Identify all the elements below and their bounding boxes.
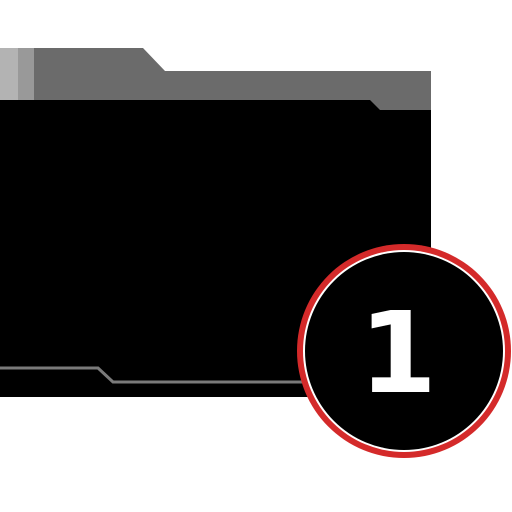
notification-folder-graphic: 1 — [0, 0, 512, 512]
folder-tab-highlight — [0, 48, 18, 100]
folder-icon: 1 — [0, 48, 511, 458]
badge-count: 1 — [359, 289, 437, 419]
folder-tab-shade — [18, 48, 34, 100]
notification-badge: 1 — [297, 244, 511, 458]
